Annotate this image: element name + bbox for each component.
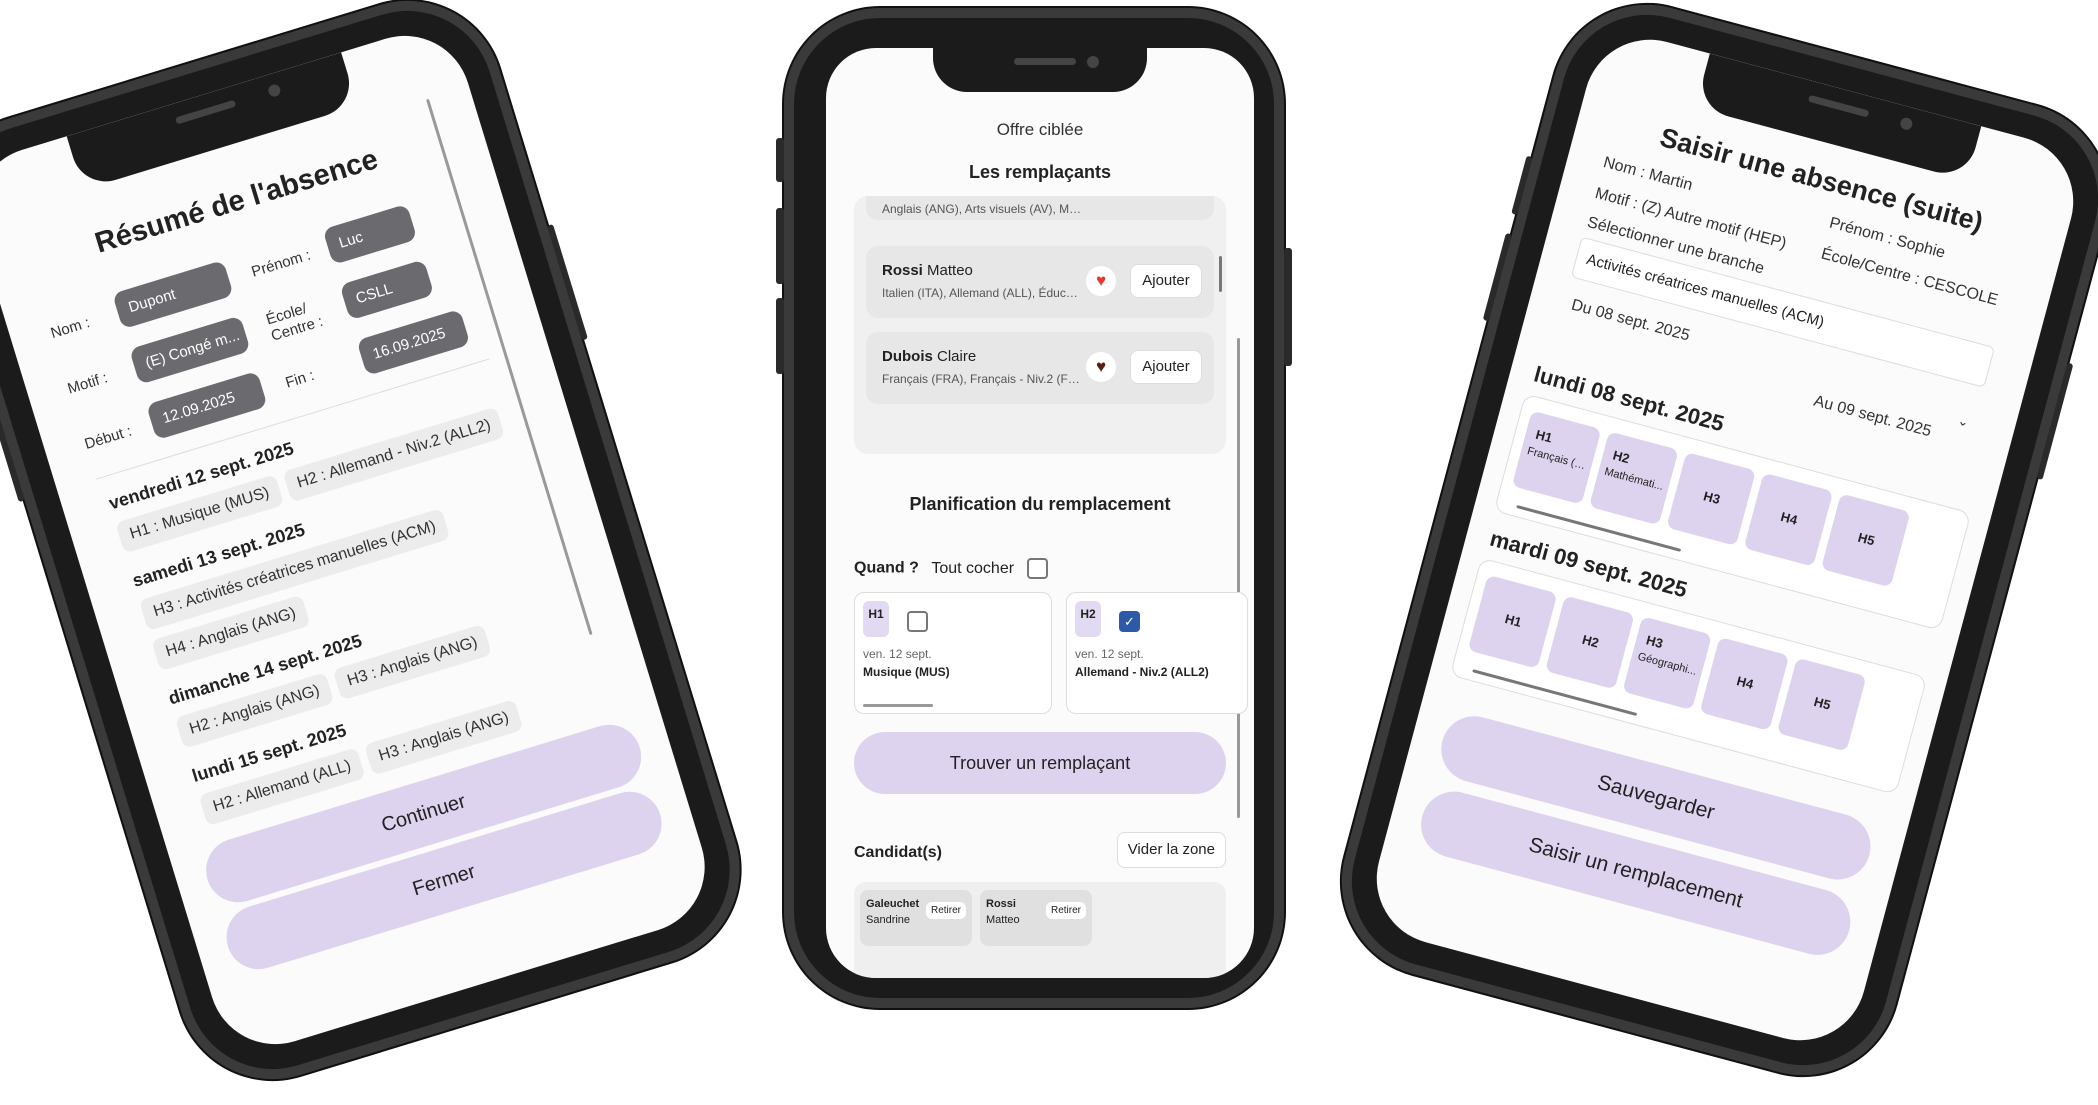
phone-targeted-offer: Offre ciblée Les remplaçants Anglais (AN… xyxy=(776,8,1292,1008)
ecole-label: École/ Centre : xyxy=(264,300,326,345)
phone-absence-entry: Saisir une absence (suite) Nom : Martin … xyxy=(1320,0,2098,1097)
candidate-card: Galeuchet Sandrine Retirer xyxy=(860,890,972,946)
slot-card[interactable]: H2 ✓ ven. 12 sept. Allemand - Niv.2 (ALL… xyxy=(1066,592,1248,714)
screen: Saisir une absence (suite) Nom : Martin … xyxy=(1361,24,2089,1056)
heart-icon[interactable]: ♥ xyxy=(1086,352,1116,382)
side-button xyxy=(547,223,588,341)
candidates-zone: Galeuchet Sandrine Retirer Rossi Matteo … xyxy=(854,882,1226,978)
slot-card[interactable]: H1 ven. 12 sept. Musique (MUS) xyxy=(854,592,1052,714)
slot-scrollbar xyxy=(863,704,933,707)
fin-label: Fin : xyxy=(283,366,317,392)
replacement-subjects: Français (FRA), Français - Niv.2 (FRA... xyxy=(882,372,1082,386)
side-button xyxy=(1511,155,1533,216)
hour-slot[interactable]: H4 xyxy=(1743,472,1834,567)
check-all-label: Tout cocher xyxy=(931,559,1015,577)
prenom-field[interactable]: Luc xyxy=(322,203,418,265)
side-button xyxy=(2036,362,2074,481)
list-scrollbar[interactable] xyxy=(1219,256,1222,292)
candidate-card: Rossi Matteo Retirer xyxy=(980,890,1092,946)
replacement-subjects: Italien (ITA), Allemand (ALL), Éducati..… xyxy=(882,286,1082,300)
notch xyxy=(933,48,1147,92)
hour-slot[interactable]: H1 Français (F... xyxy=(1511,410,1602,505)
replacement-subjects: Anglais (ANG), Arts visuels (AV), Mu... xyxy=(882,202,1082,216)
slot-tag: H2 xyxy=(1075,601,1101,637)
side-button xyxy=(776,208,784,284)
planning-title: Planification du remplacement xyxy=(909,494,1171,514)
candidate-first-name: Sandrine xyxy=(866,914,911,926)
candidate-first-name: Matteo xyxy=(986,914,1020,926)
hour-slot[interactable]: H2 xyxy=(1544,595,1635,690)
ecole-field[interactable]: CSLL xyxy=(339,259,435,321)
remove-button[interactable]: Retirer xyxy=(1045,902,1086,919)
replacements-title: Les remplaçants xyxy=(968,162,1112,182)
slot-subject: Musique (MUS) xyxy=(863,665,950,679)
motif-field[interactable]: (E) Congé m... xyxy=(129,315,251,385)
hour-slot[interactable]: H5 xyxy=(1776,657,1867,752)
heart-icon[interactable]: ♥ xyxy=(1086,266,1116,296)
when-row: Quand ? Tout cocher xyxy=(854,558,1048,579)
replacement-name: Rossi Matteo xyxy=(882,262,973,279)
replacement-name: Dubois Claire xyxy=(882,348,977,365)
hour-slot[interactable]: H3 xyxy=(1666,452,1757,547)
add-button[interactable]: Ajouter xyxy=(1130,264,1202,298)
replacement-card: Dubois Claire Français (FRA), Français -… xyxy=(866,332,1214,404)
scrollbar[interactable] xyxy=(1237,338,1240,818)
slot-checkbox[interactable]: ✓ xyxy=(1119,611,1140,632)
find-replacement-button[interactable]: Trouver un remplaçant xyxy=(854,732,1226,794)
nom-label: Nom : xyxy=(48,314,92,343)
prenom-label: Prénom : xyxy=(249,246,313,281)
motif-label: Motif : xyxy=(65,369,110,398)
offer-header: Offre ciblée xyxy=(996,120,1084,139)
nom-field[interactable]: Dupont xyxy=(112,259,234,330)
replacement-card: Rossi Matteo Italien (ITA), Allemand (AL… xyxy=(866,246,1214,318)
chevron-down-icon: ⌄ xyxy=(1956,412,1971,430)
when-label: Quand ? xyxy=(854,559,919,577)
debut-field[interactable]: 12.09.2025 xyxy=(145,370,268,441)
phone-absence-summary: Résumé de l'absence Nom : Dupont Prénom … xyxy=(0,0,764,1103)
slot-tag: H1 xyxy=(863,601,889,637)
screen: Offre ciblée Les remplaçants Anglais (AN… xyxy=(826,48,1254,978)
replacement-card: Anglais (ANG), Arts visuels (AV), Mu... xyxy=(866,196,1214,220)
add-button[interactable]: Ajouter xyxy=(1130,350,1202,384)
slot-date: ven. 12 sept. xyxy=(863,647,932,661)
side-button xyxy=(776,138,784,182)
screen: Résumé de l'absence Nom : Dupont Prénom … xyxy=(0,19,722,1061)
debut-label: Début : xyxy=(82,422,134,454)
hour-slot[interactable]: H4 xyxy=(1699,636,1790,731)
ecole-text: École/Centre : CESCOLE xyxy=(1819,245,2000,310)
hour-slot[interactable]: H3 Géographi... xyxy=(1622,616,1713,711)
clear-zone-button[interactable]: Vider la zone xyxy=(1116,832,1226,868)
side-button xyxy=(1482,232,1512,322)
slot-subject: Allemand - Niv.2 (ALL2) xyxy=(1075,665,1209,679)
side-button xyxy=(0,414,25,503)
hour-slot[interactable]: H5 xyxy=(1820,493,1911,588)
check-all-checkbox[interactable] xyxy=(1026,558,1048,579)
replacements-list[interactable]: Anglais (ANG), Arts visuels (AV), Mu... … xyxy=(854,196,1226,454)
candidate-last-name: Galeuchet xyxy=(866,898,920,910)
candidate-last-name: Rossi xyxy=(986,898,1016,910)
slot-checkbox[interactable] xyxy=(907,611,928,632)
to-date: Au 09 sept. 2025 xyxy=(1811,392,1934,441)
candidates-label: Candidat(s) xyxy=(854,844,942,861)
hour-slot[interactable]: H1 xyxy=(1467,574,1558,669)
fin-field[interactable]: 16.09.2025 xyxy=(356,308,471,376)
side-button xyxy=(776,298,784,374)
slot-date: ven. 12 sept. xyxy=(1075,647,1144,661)
side-button xyxy=(1284,248,1292,366)
remove-button[interactable]: Retirer xyxy=(925,902,966,919)
hour-slot[interactable]: H2 Mathémati... xyxy=(1588,431,1679,526)
